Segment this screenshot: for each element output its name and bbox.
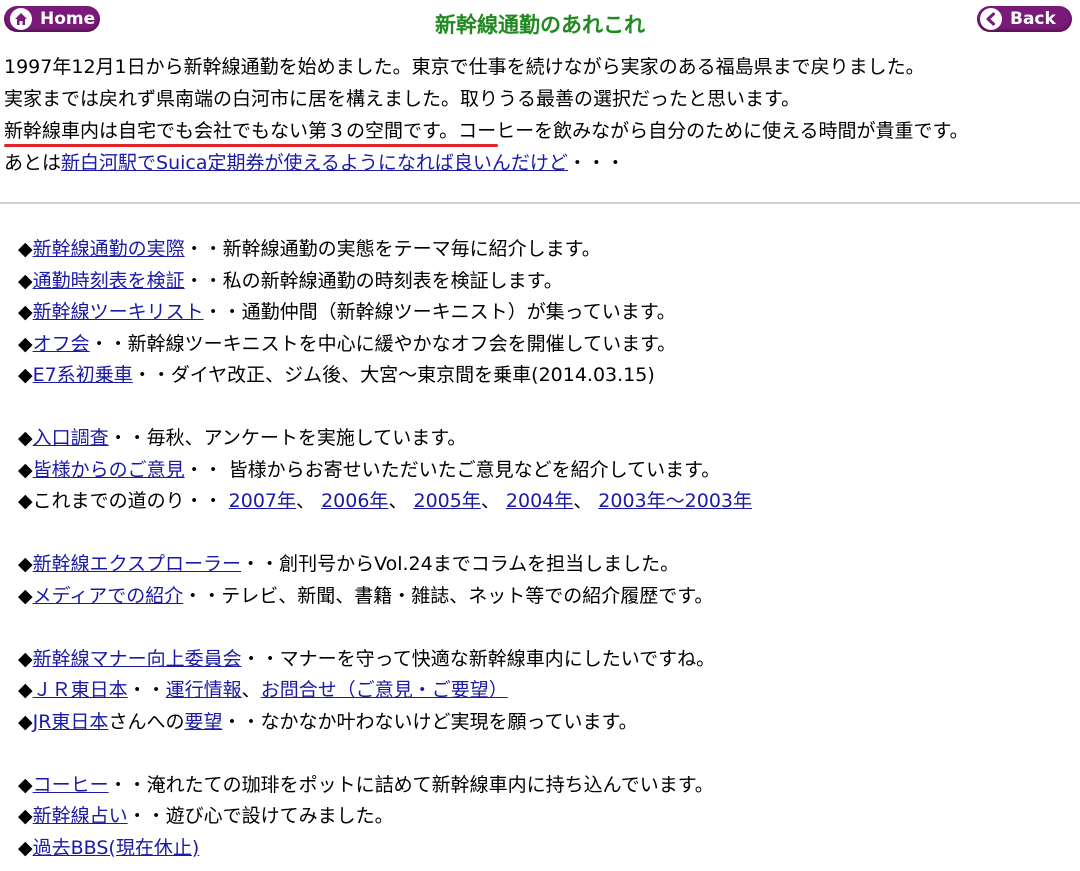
intro-line-4-post: ・・・ [567,152,625,174]
item-desc: ・・淹れたての珈琲をポットに詰めて新幹線車内に持ち込んでいます。 [108,773,714,796]
item-desc: ・・テレビ、新聞、書籍・雑誌、ネット等での紹介履歴です。 [183,584,714,607]
item-sep: ・・ [127,679,166,701]
intro-line-4-pre: あとは [4,152,62,174]
section-divider [0,202,1080,204]
list-item: ◆コーヒー・・淹れたての珈琲をポットに詰めて新幹線車内に持ち込んでいます。 [18,770,1078,802]
list-item: ◆皆様からのご意見・・ 皆様からお寄せいただいたご意見などを紹介しています。 [18,455,1078,487]
item-desc: ・・毎秋、アンケートを実施しています。 [108,427,467,449]
item-sep: 、 [241,679,261,701]
bullet-icon: ◆ [18,364,33,386]
bullet-icon: ◆ [18,332,33,355]
year-sep: 、 [480,490,506,512]
list-item: ◆新幹線占い・・遊び心で設けてみました。 [18,801,1078,833]
page-title: 新幹線通勤のあれこれ [435,13,645,37]
bullet-icon: ◆ [18,238,33,260]
intro-text: 1997年12月1日から新幹線通勤を始めました。東京で仕事を続けながら実家のある… [4,51,1080,179]
list-item: ◆これまでの道のり・・ 2007年、 2006年、 2005年、 2004年、 … [18,486,1078,518]
back-arrow-icon [980,8,1002,30]
bullet-icon: ◆ [18,458,33,481]
explorer-link[interactable]: 新幹線エクスプローラー [33,553,241,575]
year-2005-link[interactable]: 2005年 [413,490,480,512]
unko-info-link[interactable]: 運行情報 [166,679,242,701]
list-item: ◆入口調査・・毎秋、アンケートを実施しています。 [18,423,1078,455]
coffee-link[interactable]: コーヒー [33,774,109,796]
goiken-link[interactable]: 皆様からのご意見 [33,459,185,481]
year-2003-link[interactable]: 2003年～2003年 [598,490,752,512]
bullet-icon: ◆ [18,647,33,670]
uranai-link[interactable]: 新幹線占い [33,805,128,827]
bullet-icon: ◆ [18,836,33,859]
list-gap [18,738,1078,770]
item-desc: ・・創刊号からVol.24までコラムを担当しました。 [241,553,680,575]
list-gap [18,612,1078,644]
page-header: Home 新幹線通勤のあれこれ Back [0,0,1080,44]
bullet-icon: ◆ [18,553,33,575]
year-2006-link[interactable]: 2006年 [321,490,388,512]
back-button[interactable]: Back [977,6,1072,32]
bbs-link[interactable]: 過去BBS(現在休止) [33,837,200,859]
item-desc: ・・新幹線ツーキニストを中心に緩やかなオフ会を開催しています。 [89,332,677,355]
list-gap [18,392,1078,424]
bullet-icon: ◆ [18,710,33,733]
year-2004-link[interactable]: 2004年 [506,490,573,512]
e7-link[interactable]: E7系初乗車 [33,364,133,386]
intro-line-2: 実家までは戻れず県南端の白河市に居を構えました。取りうる最善の選択だったと思いま… [4,88,801,110]
intro-line-3: 新幹線車内は自宅でも会社でもない第３の空間です。コーヒーを飲みながら自分のために… [4,115,1080,147]
year-sep: 、 [388,490,414,512]
menu-list: ◆新幹線通勤の実際・・新幹線通勤の実態をテーマ毎に紹介します。 ◆通勤時刻表を検… [18,234,1078,864]
jr-east-link[interactable]: ＪＲ東日本 [33,679,128,701]
list-item: ◆新幹線エクスプローラー・・創刊号からVol.24までコラムを担当しました。 [18,549,1078,581]
list-item: ◆メディアでの紹介・・テレビ、新聞、書籍・雑誌、ネット等での紹介履歴です。 [18,581,1078,613]
item-desc: ・・マナーを守って快適な新幹線車内にしたいですね。 [241,647,716,670]
media-link[interactable]: メディアでの紹介 [33,585,184,607]
list-item: ◆JR東日本さんへの要望・・なかなか叶わないけど実現を願っています。 [18,707,1078,739]
youbou-link[interactable]: 要望 [184,711,222,733]
suica-link[interactable]: 新白河駅でSuica定期券が使えるようになれば良いんだけど [61,152,568,174]
bullet-icon: ◆ [18,490,33,512]
offkai-link[interactable]: オフ会 [33,333,90,355]
iriguchi-link[interactable]: 入口調査 [33,427,109,449]
contact-link[interactable]: お問合せ（ご意見・ご要望） [261,679,508,701]
item-desc: ・・ 皆様からお寄せいただいたご意見などを紹介しています。 [184,458,721,481]
bullet-icon: ◆ [18,269,33,292]
list-item: ◆過去BBS(現在休止) [18,833,1078,865]
manner-link[interactable]: 新幹線マナー向上委員会 [33,648,242,670]
item-desc: ・・私の新幹線通勤の時刻表を検証します。 [184,269,563,292]
bullet-icon: ◆ [18,427,33,449]
year-2007-link[interactable]: 2007年 [229,490,296,512]
list-item: ◆新幹線マナー向上委員会・・マナーを守って快適な新幹線車内にしたいですね。 [18,644,1078,676]
intro-line-4: あとは新白河駅でSuica定期券が使えるようになれば良いんだけど・・・ [4,147,1080,179]
list-gap [18,518,1078,550]
bullet-icon: ◆ [18,773,33,796]
bullet-icon: ◆ [18,584,33,607]
intro-line-3-text: 新幹線車内は自宅でも会社でもない第３の空間です。コーヒーを飲みながら自分のために… [4,120,969,142]
tourist-link[interactable]: 新幹線ツーキリスト [33,301,204,323]
list-item: ◆通勤時刻表を検証・・私の新幹線通勤の時刻表を検証します。 [18,266,1078,298]
list-item: ◆新幹線ツーキリスト・・通勤仲間（新幹線ツーキニスト）が集っています。 [18,297,1078,329]
michinori-label: これまでの道のり・・ [32,490,229,512]
year-sep: 、 [296,490,322,512]
item-desc: ・・なかなか叶わないけど実現を願っています。 [222,710,638,733]
jissai-link[interactable]: 新幹線通勤の実際 [33,238,185,260]
item-desc: ・・遊び心で設けてみました。 [127,805,394,827]
intro-line-1: 1997年12月1日から新幹線通勤を始めました。東京で仕事を続けながら実家のある… [4,56,925,78]
item-desc: ・・通勤仲間（新幹線ツーキニスト）が集っています。 [203,301,676,323]
bullet-icon: ◆ [18,679,33,701]
jr-east-link-2[interactable]: JR東日本 [33,711,109,733]
bullet-icon: ◆ [18,301,33,323]
item-text: さんへの [108,710,185,733]
item-desc: ・・ダイヤ改正、ジム後、大宮～東京間を乗車(2014.03.15) [132,364,655,386]
list-item: ◆ＪＲ東日本・・運行情報、お問合せ（ご意見・ご要望） [18,675,1078,707]
jikoku-link[interactable]: 通勤時刻表を検証 [33,270,185,292]
year-sep: 、 [573,490,599,512]
list-item: ◆オフ会・・新幹線ツーキニストを中心に緩やかなオフ会を開催しています。 [18,329,1078,361]
back-label: Back [1010,9,1056,29]
list-item: ◆新幹線通勤の実際・・新幹線通勤の実態をテーマ毎に紹介します。 [18,234,1078,266]
bullet-icon: ◆ [18,805,33,827]
list-item: ◆E7系初乗車・・ダイヤ改正、ジム後、大宮～東京間を乗車(2014.03.15) [18,360,1078,392]
item-desc: ・・新幹線通勤の実態をテーマ毎に紹介します。 [184,238,601,260]
